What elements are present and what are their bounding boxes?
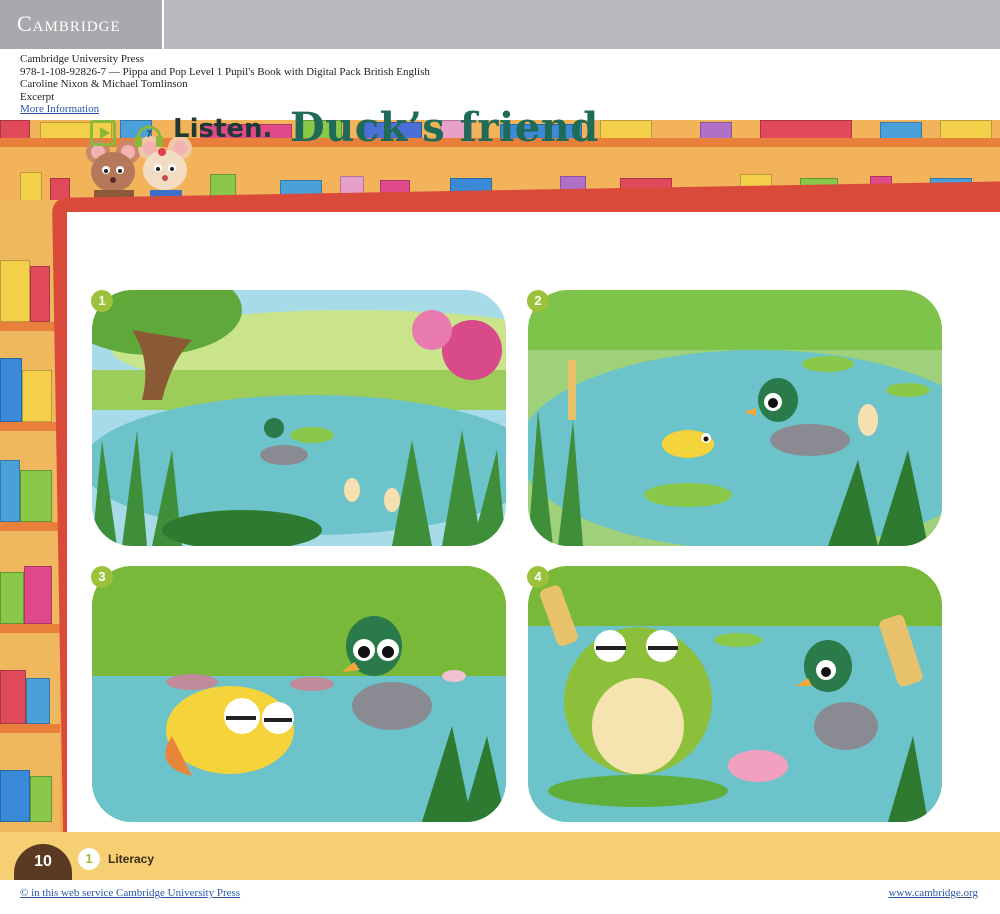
listen-instruction: Listen. xyxy=(173,114,273,144)
website-link[interactable]: www.cambridge.org xyxy=(888,887,978,899)
audio-headphones-icon[interactable]: 7 xyxy=(134,120,164,148)
scene-1-pond xyxy=(92,290,506,546)
logo-area: Cambridge xyxy=(0,0,164,49)
play-video-icon[interactable] xyxy=(90,120,116,146)
excerpt-label: Excerpt xyxy=(20,90,55,103)
cambridge-logo[interactable]: Cambridge xyxy=(17,11,121,37)
side-bookshelf xyxy=(0,200,60,840)
unit-name: Literacy xyxy=(108,852,155,866)
scene-number-1: 1 xyxy=(91,290,113,312)
scene-3-fish-and-duck xyxy=(92,566,506,822)
copyright-link[interactable]: © in this web service Cambridge Universi… xyxy=(20,887,240,899)
unit-number-badge: 1 xyxy=(78,848,100,870)
story-title: Duck’s friend xyxy=(290,104,599,151)
scene-number-3: 3 xyxy=(91,566,113,588)
isbn-title: 978-1-108-92826-7 — Pippa and Pop Level … xyxy=(20,65,430,78)
scene-number-2: 2 xyxy=(527,290,549,312)
audio-track-number: 7 xyxy=(146,129,151,139)
scene-4-frog-and-duck xyxy=(528,566,942,822)
scene-2-duck-and-fish xyxy=(528,290,942,546)
more-information-link[interactable]: More Information xyxy=(20,103,99,115)
header-bar: Cambridge xyxy=(0,0,1000,49)
authors: Caroline Nixon & Michael Tomlinson xyxy=(20,78,188,90)
scene-number-4: 4 xyxy=(527,566,549,588)
publisher: Cambridge University Press xyxy=(20,53,145,65)
